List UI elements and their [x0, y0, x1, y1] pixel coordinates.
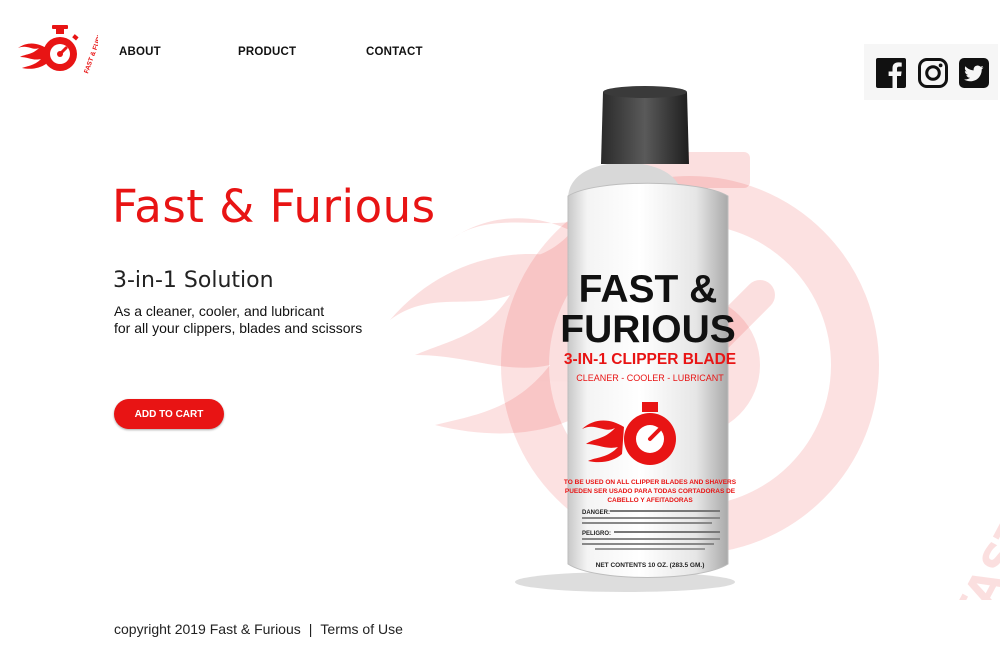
- nav-item-contact[interactable]: CONTACT: [366, 46, 423, 58]
- description-line-1: As a cleaner, cooler, and lubricant: [114, 303, 325, 319]
- can-usage-en: TO BE USED ON ALL CLIPPER BLADES AND SHA…: [564, 479, 737, 486]
- facebook-icon[interactable]: [876, 58, 906, 88]
- nav-item-product[interactable]: PRODUCT: [238, 46, 296, 58]
- hero-title: Fast & Furious: [112, 180, 436, 233]
- watermark-text: FAST & FURIOUS: [943, 251, 1000, 600]
- instagram-icon[interactable]: [918, 58, 948, 88]
- can-tagline: CLEANER - COOLER - LUBRICANT: [576, 373, 724, 383]
- footer: copyright 2019 Fast & Furious | Terms of U…: [114, 621, 403, 637]
- add-to-cart-button[interactable]: ADD TO CART: [114, 399, 224, 429]
- can-brand-line-2: FURIOUS: [560, 308, 736, 351]
- logo-text: FAST & FURIOUS: [83, 24, 98, 75]
- footer-separator: |: [308, 621, 313, 637]
- hero-description: As a cleaner, cooler, and lubricant for …: [114, 303, 362, 337]
- brand-logo[interactable]: FAST & FURIOUS: [16, 24, 98, 84]
- social-links: [864, 44, 998, 100]
- can-usage-es: PUEDEN SER USADO PARA TODAS CORTADORAS D…: [565, 488, 736, 495]
- can-usage-es-2: CABELLO Y AFEITADORAS: [607, 497, 693, 504]
- twitter-icon[interactable]: [959, 58, 989, 88]
- can-peligro: PELIGRO:: [582, 531, 611, 537]
- product-image: FAST & FURIOUS 3-IN-1 CLIPPER BLADE CLEA…: [515, 86, 737, 592]
- terms-of-use-link[interactable]: Terms of Use: [320, 621, 402, 637]
- can-brand-line-1: FAST &: [579, 268, 718, 311]
- can-warning: DANGER:: [582, 510, 610, 516]
- nav-item-about[interactable]: ABOUT: [119, 46, 161, 58]
- hero-subtitle: 3-in-1 Solution: [113, 268, 274, 293]
- can-net-contents: NET CONTENTS 10 OZ. (283.5 GM.): [596, 562, 705, 569]
- copyright-text: copyright 2019 Fast & Furious: [114, 621, 301, 637]
- can-product-name: 3-IN-1 CLIPPER BLADE: [564, 351, 736, 368]
- description-line-2: for all your clippers, blades and scisso…: [114, 320, 363, 336]
